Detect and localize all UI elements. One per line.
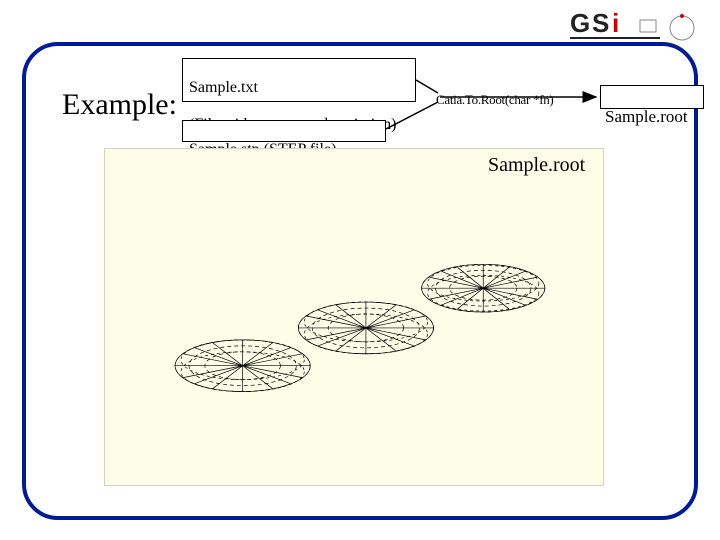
logo-text-i: i [612,8,619,38]
viewer-title: Sample.root [488,154,585,177]
example-heading: Example: [62,88,177,122]
ellipsoid-1 [175,340,310,392]
logo-text-s: S [592,8,609,38]
output-file-box: Sample.root [600,85,704,109]
ellipsoid-3 [422,264,545,312]
function-call-label: Catia.To.Root(char *fn) [436,92,553,108]
input-file-box: Sample.txt (File with geometry descripti… [182,58,416,102]
ellipsoid-2 [298,302,433,354]
logo-text-g: G [570,8,590,38]
root-viewer-canvas [104,148,604,486]
input-file-line1: Sample.txt [189,79,258,96]
wireframe-rendering [105,149,603,485]
output-file-label: Sample.root [605,107,688,126]
gsi-logo: G S i [570,8,700,44]
step-file-box: Sample.stp (STEP file) [182,120,386,142]
